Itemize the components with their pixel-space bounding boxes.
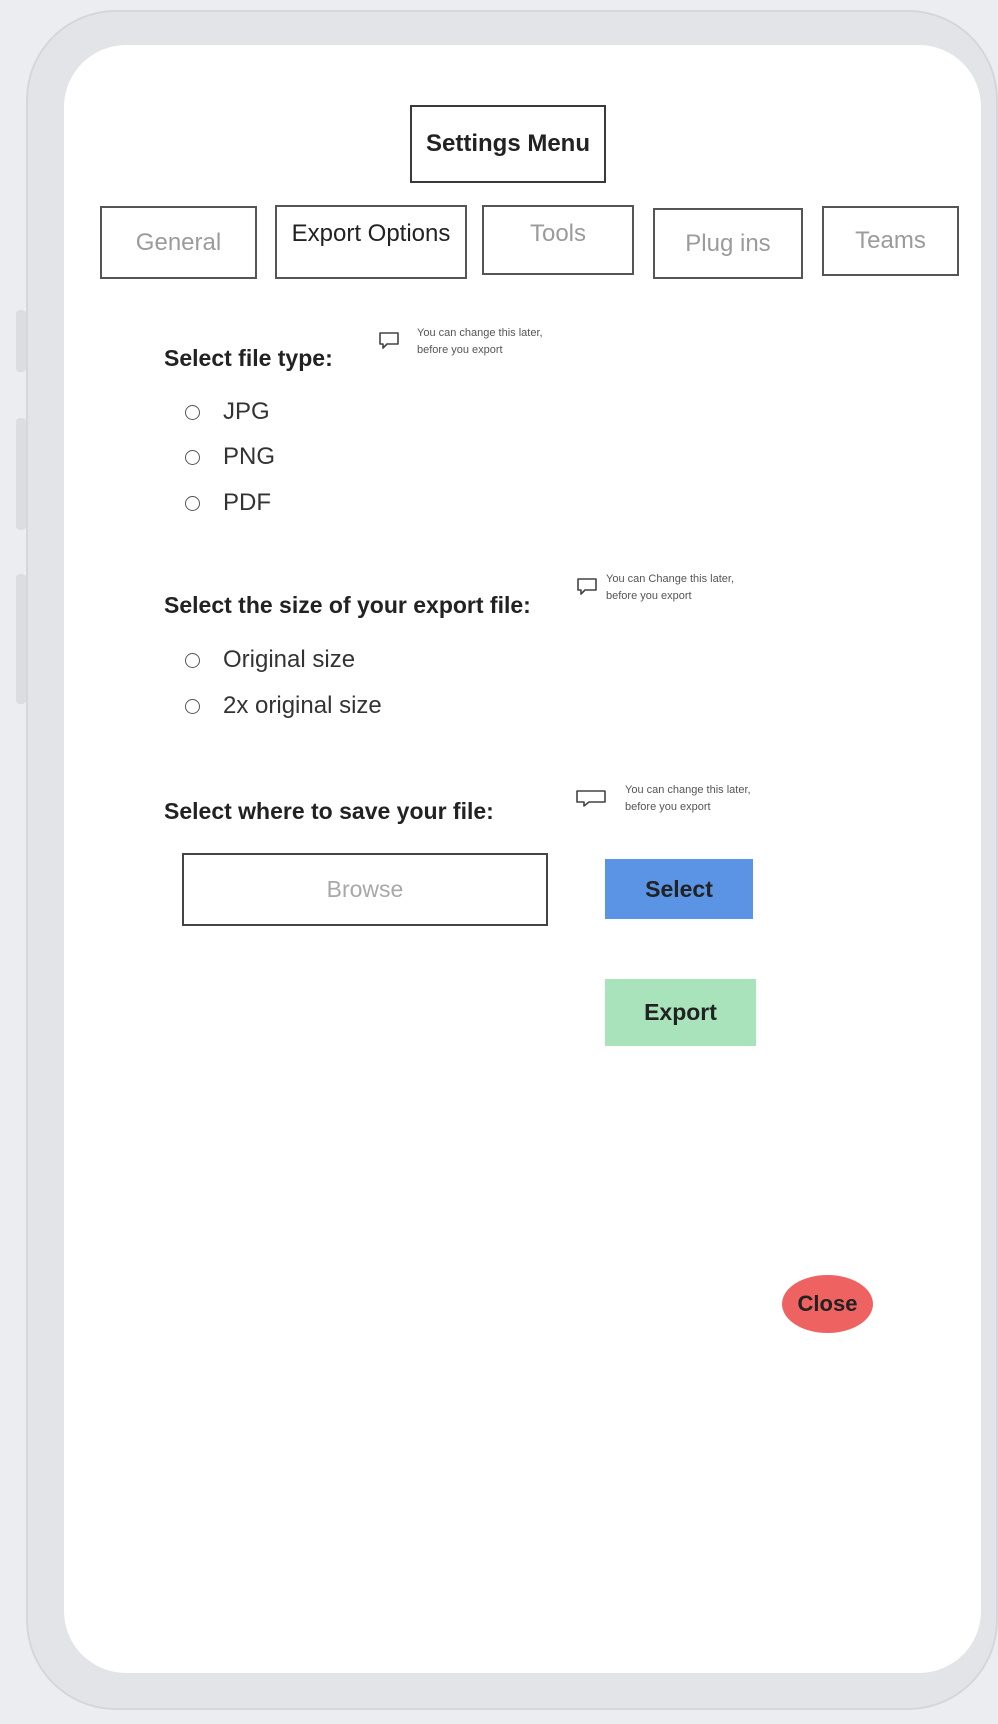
- app-screen: Settings Menu General Export Options Too…: [64, 45, 981, 1673]
- tooltip-line: before you export: [606, 590, 692, 602]
- tooltip-line: before you export: [417, 344, 503, 356]
- radio-option-original-size[interactable]: Original size: [185, 646, 355, 674]
- comment-icon[interactable]: [575, 789, 607, 809]
- radio-label: 2x original size: [223, 692, 382, 719]
- radio-option-jpg[interactable]: JPG: [185, 398, 270, 426]
- side-button-middle: [16, 418, 26, 530]
- tab-label: General: [135, 228, 222, 256]
- side-button-top: [16, 310, 26, 372]
- tab-general[interactable]: General: [100, 206, 257, 279]
- tab-plug-ins[interactable]: Plug ins: [653, 208, 803, 279]
- tooltip-line: You can Change this later,: [606, 573, 735, 585]
- file-type-tooltip: You can change this later, before you ex…: [417, 325, 543, 359]
- export-size-label: Select the size of your export file:: [164, 592, 531, 618]
- file-type-label: Select file type:: [164, 345, 333, 371]
- side-button-bottom: [16, 574, 26, 704]
- radio-button[interactable]: [185, 652, 200, 668]
- tooltip-line: You can change this later,: [417, 327, 543, 339]
- browse-input[interactable]: Browse: [182, 853, 548, 926]
- radio-button[interactable]: [185, 449, 200, 465]
- radio-label: JPG: [223, 398, 270, 425]
- tab-label: Plug ins: [685, 229, 771, 257]
- tab-tools[interactable]: Tools: [482, 205, 634, 275]
- radio-label: Original size: [223, 646, 356, 673]
- radio-label: PDF: [223, 489, 271, 516]
- radio-option-png[interactable]: PNG: [185, 443, 275, 471]
- radio-label: PNG: [223, 443, 276, 470]
- export-button[interactable]: Export: [605, 979, 756, 1046]
- comment-icon[interactable]: [378, 331, 400, 351]
- tab-label: Export Options: [291, 220, 451, 247]
- radio-button[interactable]: [185, 404, 200, 420]
- export-size-tooltip: You can Change this later, before you ex…: [606, 571, 734, 605]
- tab-label: Teams: [855, 227, 926, 254]
- tab-export-options[interactable]: Export Options: [275, 205, 467, 279]
- comment-icon[interactable]: [576, 577, 598, 597]
- select-button[interactable]: Select: [605, 859, 753, 919]
- browse-placeholder: Browse: [326, 876, 404, 902]
- tab-label: Tools: [529, 220, 587, 247]
- radio-button[interactable]: [185, 698, 200, 714]
- radio-option-2x-size[interactable]: 2x original size: [185, 692, 382, 720]
- radio-button[interactable]: [185, 495, 200, 511]
- tooltip-line: You can change this later,: [625, 784, 751, 796]
- save-location-tooltip: You can change this later, before you ex…: [625, 782, 751, 816]
- radio-option-pdf[interactable]: PDF: [185, 489, 271, 517]
- tooltip-line: before you export: [625, 801, 711, 813]
- page-title: Settings Menu: [410, 105, 606, 183]
- tab-teams[interactable]: Teams: [822, 206, 959, 276]
- close-button[interactable]: Close: [782, 1275, 873, 1333]
- save-location-label: Select where to save your file:: [164, 798, 494, 824]
